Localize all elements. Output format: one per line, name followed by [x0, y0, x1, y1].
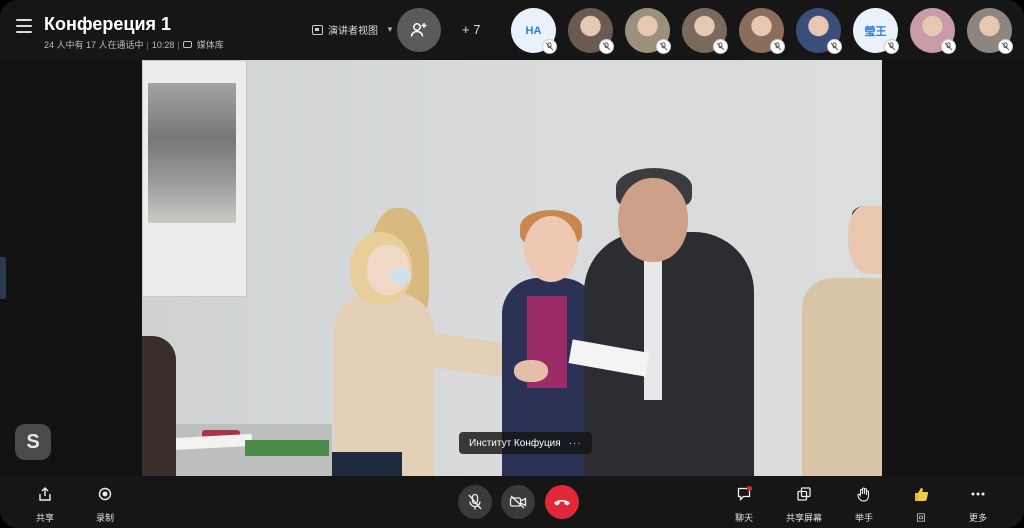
- raise-hand-button[interactable]: 举手: [839, 486, 889, 524]
- chat-label: 聊天: [734, 513, 753, 523]
- participant-avatar[interactable]: [967, 8, 1013, 54]
- participant-initials: 瑩王: [864, 25, 887, 38]
- conference-title[interactable]: Конфереция 1: [44, 14, 171, 35]
- media-gallery-icon: [182, 41, 192, 48]
- person-right-face: [848, 206, 882, 274]
- in-call-count: 24 人中有 17 人在通话中: [44, 40, 144, 50]
- end-call-button[interactable]: [545, 485, 579, 519]
- participant-avatar[interactable]: [682, 8, 728, 54]
- add-participant-button[interactable]: [397, 8, 441, 52]
- face-mask: [391, 268, 411, 284]
- more-options-label: 更多: [968, 513, 987, 523]
- microphone-muted-icon: [542, 39, 557, 54]
- raise-hand-label: 举手: [854, 513, 873, 523]
- participant-avatar[interactable]: [910, 8, 956, 54]
- microphone-muted-icon: [656, 39, 671, 54]
- view-mode-dropdown[interactable]: 演讲者视图 ▼: [312, 22, 394, 37]
- microphone-muted-icon: [884, 39, 899, 54]
- speaker-view-icon: [312, 24, 323, 35]
- share-label: 共享: [35, 513, 54, 523]
- hang-up-icon: [554, 500, 570, 506]
- chat-button[interactable]: 聊天: [719, 486, 769, 524]
- view-mode-label: 演讲者视图: [328, 26, 378, 37]
- camera-toggle-button[interactable]: [501, 485, 535, 519]
- skype-call-window: Конфереция 1 24 人中有 17 人在通话中 | 10:28 | 媒…: [0, 0, 1024, 528]
- speaker-more-options-icon[interactable]: ···: [569, 438, 582, 449]
- participant-avatar[interactable]: [568, 8, 614, 54]
- reaction-label: 回: [916, 513, 926, 523]
- desk-folder: [245, 440, 329, 456]
- share-button[interactable]: 共享: [20, 486, 70, 524]
- call-header-bar: Конфереция 1 24 人中有 17 人在通话中 | 10:28 | 媒…: [0, 0, 1024, 60]
- chat-unread-dot: [747, 486, 752, 491]
- participant-avatar[interactable]: [625, 8, 671, 54]
- person-left-edge: [142, 336, 176, 476]
- microphone-toggle-button[interactable]: [458, 485, 492, 519]
- microphone-muted-icon: [468, 493, 482, 510]
- more-participants-button[interactable]: + 7: [462, 22, 480, 37]
- thumbs-up-icon: [915, 488, 929, 501]
- reaction-button[interactable]: 回: [896, 486, 946, 524]
- record-icon: [98, 487, 112, 501]
- microphone-muted-icon: [770, 39, 785, 54]
- chevron-down-icon: ▼: [386, 25, 394, 34]
- share-screen-icon: [797, 487, 811, 501]
- share-screen-label: 共享屏幕: [785, 513, 822, 523]
- person-man-shirt: [644, 240, 662, 400]
- separator: |: [177, 39, 180, 50]
- record-label: 录制: [95, 513, 114, 523]
- share-icon: [39, 487, 51, 501]
- add-person-icon: [410, 23, 427, 37]
- skype-logo-icon[interactable]: S: [15, 424, 51, 460]
- handshake: [514, 360, 548, 382]
- more-dots-icon: [971, 492, 985, 496]
- call-status: 24 人中有 17 人在通话中 | 10:28 | 媒体库: [44, 38, 224, 51]
- side-handle[interactable]: [0, 257, 6, 299]
- microphone-muted-icon: [599, 39, 614, 54]
- participant-avatar[interactable]: [739, 8, 785, 54]
- more-options-button[interactable]: 更多: [953, 486, 1003, 524]
- speaker-name-tag[interactable]: Институт Конфуция ···: [459, 432, 592, 454]
- menu-icon[interactable]: [16, 19, 32, 33]
- main-video-feed[interactable]: Институт Конфуция ···: [142, 60, 882, 476]
- participant-avatar[interactable]: HA: [511, 8, 557, 54]
- microphone-muted-icon: [713, 39, 728, 54]
- record-button[interactable]: 录制: [80, 486, 130, 524]
- person-woman-face: [524, 216, 578, 282]
- call-toolbar: 共享 录制 聊天 共享屏幕 举手 回 更多: [0, 476, 1024, 528]
- participant-strip: HA 瑩王: [511, 8, 1013, 54]
- participant-avatar[interactable]: [796, 8, 842, 54]
- camera-off-icon: [509, 495, 527, 509]
- person-girl-skirt: [332, 452, 402, 476]
- media-gallery-link[interactable]: 媒体库: [197, 38, 224, 51]
- microphone-muted-icon: [998, 39, 1013, 54]
- person-man-face: [618, 178, 688, 262]
- microphone-muted-icon: [941, 39, 956, 54]
- raise-hand-icon: [857, 486, 870, 502]
- separator: |: [146, 39, 149, 50]
- participant-avatar[interactable]: 瑩王: [853, 8, 899, 54]
- share-screen-button[interactable]: 共享屏幕: [779, 486, 829, 524]
- speaker-name: Институт Конфуция: [469, 437, 561, 449]
- call-duration: 10:28: [151, 39, 175, 50]
- wall-painting: [142, 60, 247, 297]
- person-right-body: [802, 278, 882, 476]
- participant-initials: HA: [525, 24, 542, 37]
- person-girl-body: [334, 292, 434, 476]
- microphone-muted-icon: [827, 39, 842, 54]
